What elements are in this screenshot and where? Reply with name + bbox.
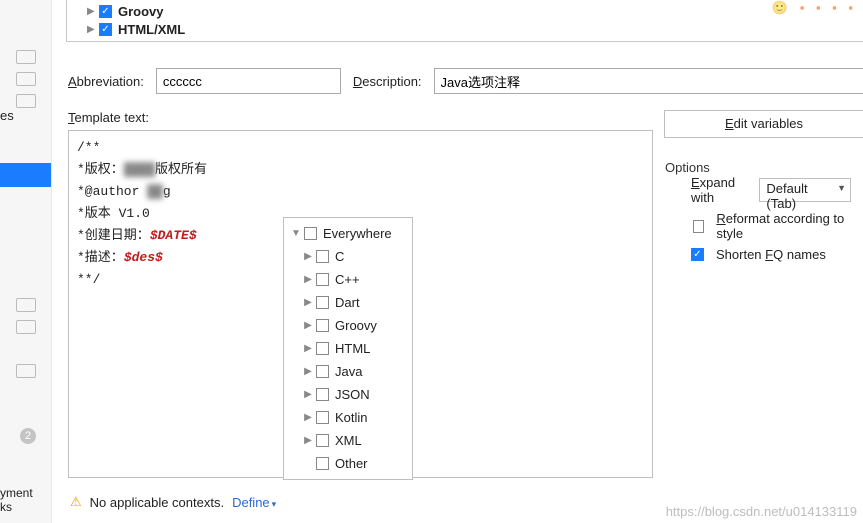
sidebar-icon	[16, 320, 36, 334]
settings-sidebar[interactable]: 2	[0, 0, 52, 523]
edit-variables-button[interactable]: Edit variables	[664, 110, 863, 138]
checkbox[interactable]	[316, 296, 329, 309]
context-item[interactable]: ▶ Groovy	[290, 314, 406, 337]
checkbox-checked[interactable]: ✓	[99, 23, 112, 36]
sidebar-icon	[16, 364, 36, 378]
chevron-right-icon[interactable]: ▶	[302, 389, 314, 400]
context-footer: ⚠ No applicable contexts. Define▾	[70, 494, 276, 510]
checkbox[interactable]	[316, 250, 329, 263]
context-item[interactable]: ▶ JSON	[290, 383, 406, 406]
chevron-right-icon[interactable]: ▶	[302, 274, 314, 285]
no-context-text: No applicable contexts.	[90, 495, 224, 510]
checkbox[interactable]	[693, 220, 704, 233]
define-link[interactable]: Define▾	[232, 495, 276, 510]
chevron-right-icon[interactable]: ▶	[302, 320, 314, 331]
tree-label: HTML/XML	[118, 22, 185, 37]
abbreviation-description-row: Abbreviation: Description:	[68, 68, 863, 94]
editor-line: *版权：████版权所有	[77, 159, 644, 181]
shorten-row[interactable]: ✓ Shorten FQ names	[691, 247, 851, 262]
context-popup[interactable]: ▼ Everywhere ▶ C ▶ C++ ▶ Dart ▶ Groovy ▶…	[283, 217, 413, 480]
checkbox[interactable]	[304, 227, 317, 240]
expand-with-select[interactable]: Default (Tab) ▼	[759, 178, 851, 202]
context-item[interactable]: ▶ Java	[290, 360, 406, 383]
checkbox[interactable]	[316, 434, 329, 447]
sidebar-text-fragment: es	[0, 108, 14, 123]
shorten-label: Shorten FQ names	[716, 247, 826, 262]
reformat-row[interactable]: Reformat according to style	[691, 211, 851, 241]
chevron-right-icon[interactable]: ▶	[302, 343, 314, 354]
chevron-down-icon: ▾	[272, 499, 277, 509]
tree-row[interactable]: ▶ ✓ Groovy	[87, 2, 857, 20]
description-input[interactable]	[434, 68, 863, 94]
checkbox[interactable]	[316, 342, 329, 355]
checkbox[interactable]	[316, 273, 329, 286]
expand-with-label: Expand with	[691, 175, 753, 205]
chevron-right-icon[interactable]: ▶	[302, 366, 314, 377]
chevron-right-icon[interactable]: ▶	[302, 251, 314, 262]
checkbox[interactable]	[316, 457, 329, 470]
tree-row[interactable]: ▶ ✓ HTML/XML	[87, 20, 857, 38]
chevron-down-icon[interactable]: ▼	[290, 228, 302, 239]
sidebar-icon	[16, 50, 36, 64]
options-panel: Expand with Default (Tab) ▼ Reformat acc…	[661, 155, 863, 285]
context-item[interactable]: ▼ Everywhere	[290, 222, 406, 245]
chevron-down-icon: ▼	[837, 183, 846, 193]
template-text-label: Template text:	[68, 110, 149, 125]
abbreviation-input[interactable]	[156, 68, 341, 94]
description-label: Description:	[353, 74, 422, 89]
template-group-tree[interactable]: ▶ ✓ Groovy ▶ ✓ HTML/XML 🙂 ▪ ▪ ▪ ▪	[66, 0, 863, 42]
context-item[interactable]: ▶ Dart	[290, 291, 406, 314]
checkbox-checked[interactable]: ✓	[691, 248, 704, 261]
checkbox[interactable]	[316, 411, 329, 424]
editor-line: /**	[77, 137, 644, 159]
editor-line: *@author ██g	[77, 181, 644, 203]
toolbar-icons[interactable]: 🙂 ▪ ▪ ▪ ▪	[772, 0, 857, 16]
checkbox-checked[interactable]: ✓	[99, 5, 112, 18]
watermark: https://blog.csdn.net/u014133119	[666, 504, 857, 519]
context-item[interactable]: ▶ C	[290, 245, 406, 268]
sidebar-text-fragment: yment ks	[0, 486, 33, 514]
sidebar-badge: 2	[20, 428, 36, 444]
abbreviation-label: Abbreviation:	[68, 74, 144, 89]
chevron-right-icon[interactable]: ▶	[87, 24, 97, 35]
sidebar-icon	[16, 298, 36, 312]
context-item[interactable]: ▶ Kotlin	[290, 406, 406, 429]
checkbox[interactable]	[316, 388, 329, 401]
chevron-right-icon[interactable]: ▶	[302, 412, 314, 423]
expand-with-row: Expand with Default (Tab) ▼	[691, 175, 851, 205]
tree-label: Groovy	[118, 4, 164, 19]
chevron-right-icon[interactable]: ▶	[87, 6, 97, 17]
sidebar-icon	[16, 72, 36, 86]
sidebar-item-selected[interactable]	[0, 163, 51, 187]
reformat-label: Reformat according to style	[716, 211, 851, 241]
context-item[interactable]: ▶ C++	[290, 268, 406, 291]
context-item[interactable]: ▶ XML	[290, 429, 406, 452]
chevron-right-icon[interactable]: ▶	[302, 435, 314, 446]
sidebar-icon	[16, 94, 36, 108]
chevron-right-icon[interactable]: ▶	[302, 297, 314, 308]
context-item[interactable]: Other	[290, 452, 406, 475]
context-item[interactable]: ▶ HTML	[290, 337, 406, 360]
warning-icon: ⚠	[70, 494, 82, 510]
checkbox[interactable]	[316, 365, 329, 378]
checkbox[interactable]	[316, 319, 329, 332]
